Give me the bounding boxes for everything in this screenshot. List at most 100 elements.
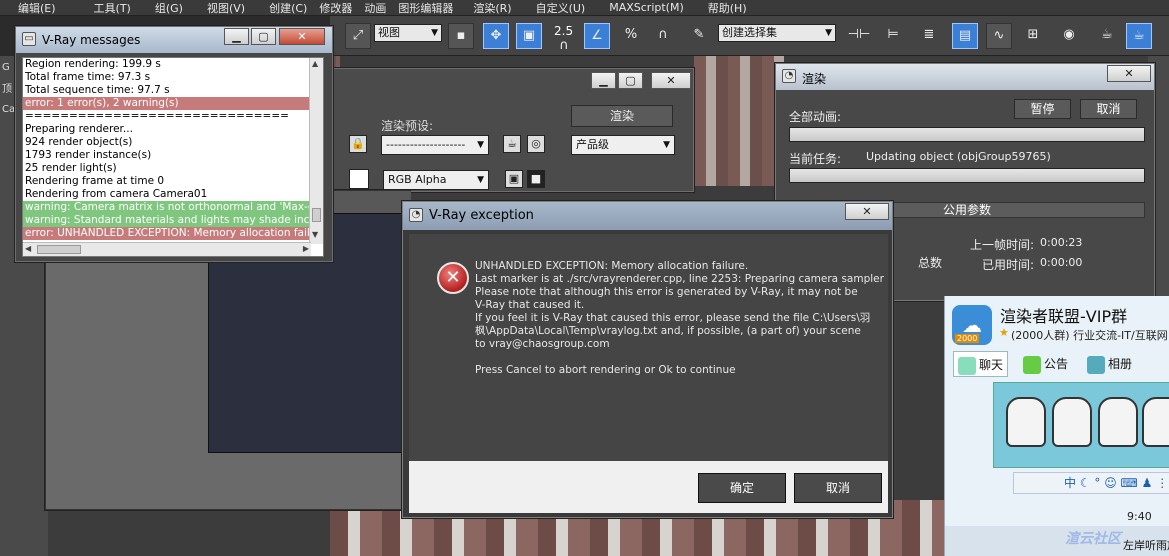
vertical-scrollbar[interactable]: ▲ ▼: [309, 58, 323, 244]
chevron-right-icon[interactable]: ▶: [303, 244, 309, 253]
mirror-icon[interactable]: ⊣⊢: [846, 23, 872, 49]
message-line: 1793 render instance(s): [25, 149, 152, 161]
menu-help[interactable]: 帮助(H): [702, 0, 753, 16]
spinner-snap-icon[interactable]: ∩: [650, 23, 676, 49]
menu-tools[interactable]: 工具(T): [88, 0, 137, 16]
channel-dropdown[interactable]: RGB Alpha ▼: [383, 170, 489, 190]
ok-button[interactable]: 确定: [698, 473, 786, 503]
tab-label: 公告: [1044, 357, 1069, 371]
message-log[interactable]: Region rendering: 199.9 s Total frame tim…: [22, 57, 324, 257]
pause-button[interactable]: 暂停: [1014, 99, 1071, 119]
cancel-button[interactable]: 取消: [794, 473, 882, 503]
menu-maxscript[interactable]: MAXScript(M): [603, 1, 690, 14]
last-frame-time-value: 0:00:23: [1040, 236, 1083, 249]
chevron-down-icon[interactable]: ▼: [312, 230, 318, 239]
menu-customize[interactable]: 自定义(U): [530, 0, 592, 16]
scale-icon[interactable]: ⤢: [345, 23, 371, 49]
angle-snap-icon[interactable]: ∠: [584, 23, 610, 49]
display-channel-icon[interactable]: ▣: [505, 170, 523, 188]
align-icon[interactable]: ⊨: [880, 23, 906, 49]
window-icon: ▭: [22, 32, 36, 46]
settings-icon[interactable]: ◎: [527, 135, 545, 153]
teapot-icon[interactable]: ☕: [503, 135, 521, 153]
color-swatch[interactable]: [349, 169, 369, 189]
schematic-view-icon[interactable]: ⊞: [1020, 23, 1046, 49]
menu-bar: 编辑(E) 工具(T) 组(G) 视图(V) 创建(C) 修改器 动画 图形编辑…: [0, 0, 1169, 16]
menu-edit[interactable]: 编辑(E): [12, 0, 62, 16]
monochrome-icon[interactable]: ■: [527, 170, 545, 188]
message-line: Total frame time: 97.3 s: [25, 71, 151, 83]
ime-toolbar[interactable]: 中 ☾ ° ☺ ⌨ ♟ ⋮: [1013, 472, 1169, 494]
message-line: warning: Camera matrix is not orthonorma…: [23, 201, 323, 214]
window-title: V-Ray exception: [429, 208, 534, 223]
watermark-logo: 渲云社区: [1065, 531, 1121, 547]
scroll-thumb[interactable]: [312, 208, 321, 222]
exception-line: V-Ray that caused it.: [475, 299, 585, 311]
window-icon: ◔: [409, 208, 423, 222]
menu-group[interactable]: 组(G): [149, 0, 189, 16]
render-button[interactable]: 渲染: [571, 105, 673, 127]
cat-sticker: [1006, 397, 1046, 447]
tab-chat[interactable]: 聊天: [953, 351, 1009, 377]
production-dropdown[interactable]: 产品级 ▼: [571, 135, 675, 155]
close-icon[interactable]: ✕: [845, 203, 889, 220]
elapsed-time-value: 0:00:00: [1040, 256, 1083, 269]
chevron-down-icon: ▼: [825, 28, 832, 38]
edit-named-selection-icon[interactable]: ✎: [686, 23, 712, 49]
render-production-icon[interactable]: ☕: [1126, 23, 1152, 49]
maximize-icon[interactable]: ▢: [618, 72, 643, 89]
scene-explorer-icon[interactable]: ▤: [952, 23, 978, 49]
cancel-render-button[interactable]: 取消: [1080, 99, 1137, 119]
chevron-left-icon[interactable]: ◀: [25, 244, 31, 253]
message-line: 25 render light(s): [25, 162, 117, 174]
close-icon[interactable]: ✕: [651, 72, 691, 89]
lock-icon[interactable]: 🔒: [349, 135, 367, 153]
elapsed-time-label: 已用时间:: [982, 258, 1035, 272]
menu-view[interactable]: 视图(V): [201, 0, 251, 16]
move-icon[interactable]: ✥: [483, 23, 509, 49]
named-selection-dropdown[interactable]: 创建选择集 ▼: [718, 24, 836, 42]
menu-rendering[interactable]: 渲染(R): [467, 0, 517, 16]
maximize-icon[interactable]: ▢: [251, 28, 276, 45]
menu-graph-editors[interactable]: 图形编辑器: [392, 0, 459, 16]
side-label: G: [2, 62, 10, 73]
minimize-icon[interactable]: ▁: [591, 72, 616, 89]
minimize-icon[interactable]: ▁: [224, 28, 249, 45]
window-title: 渲染: [802, 72, 827, 86]
message-line: 924 render object(s): [25, 136, 133, 148]
album-icon: [1087, 355, 1105, 374]
chevron-up-icon[interactable]: ▲: [312, 59, 318, 68]
exception-message: UNHANDLED EXCEPTION: Memory allocation f…: [475, 260, 884, 377]
menu-modifiers[interactable]: 修改器: [313, 0, 358, 16]
close-icon[interactable]: ✕: [1107, 65, 1151, 82]
tab-notice[interactable]: 公告: [1023, 351, 1068, 377]
exception-button-bar: 确定 取消: [409, 461, 888, 513]
curve-editor-icon[interactable]: ∿: [986, 23, 1012, 49]
chat-sticker-image[interactable]: [993, 382, 1169, 468]
scroll-thumb[interactable]: [37, 245, 81, 254]
group-title[interactable]: 渲染者联盟-VIP群: [1000, 303, 1127, 327]
render-setup-icon[interactable]: ☕: [1094, 23, 1120, 49]
message-line: Preparing renderer...: [25, 123, 133, 135]
material-editor-icon[interactable]: ◉: [1056, 23, 1082, 49]
last-frame-time-label: 上一帧时间:: [970, 238, 1035, 252]
total-label: 总数: [918, 256, 943, 270]
sender-name: 左岸听雨放: [1123, 539, 1169, 552]
layer-manager-icon[interactable]: ≣: [916, 23, 942, 49]
horizontal-scrollbar[interactable]: ◀ ▶: [23, 242, 311, 256]
menu-animation[interactable]: 动画: [358, 0, 392, 16]
chat-icon: [958, 356, 976, 375]
select-manipulate-icon[interactable]: ▣: [516, 23, 542, 49]
snap-toggle-icon[interactable]: ∩: [554, 34, 574, 53]
message-line: ==============================: [25, 110, 289, 122]
percent-snap-icon[interactable]: %: [618, 23, 644, 49]
menu-create[interactable]: 创建(C): [263, 0, 313, 16]
notice-icon: [1023, 355, 1041, 374]
exception-line: to vray@chaosgroup.com: [475, 338, 610, 350]
render-preset-dropdown[interactable]: -------------------- ▼: [381, 135, 489, 155]
reference-coord-dropdown[interactable]: 视图 ▼: [374, 24, 442, 42]
vray-exception-titlebar: ◔ V-Ray exception ✕: [403, 202, 892, 230]
tab-album[interactable]: 相册: [1087, 351, 1132, 377]
pivot-icon[interactable]: ▪: [448, 23, 474, 49]
close-icon[interactable]: ✕: [279, 28, 325, 45]
